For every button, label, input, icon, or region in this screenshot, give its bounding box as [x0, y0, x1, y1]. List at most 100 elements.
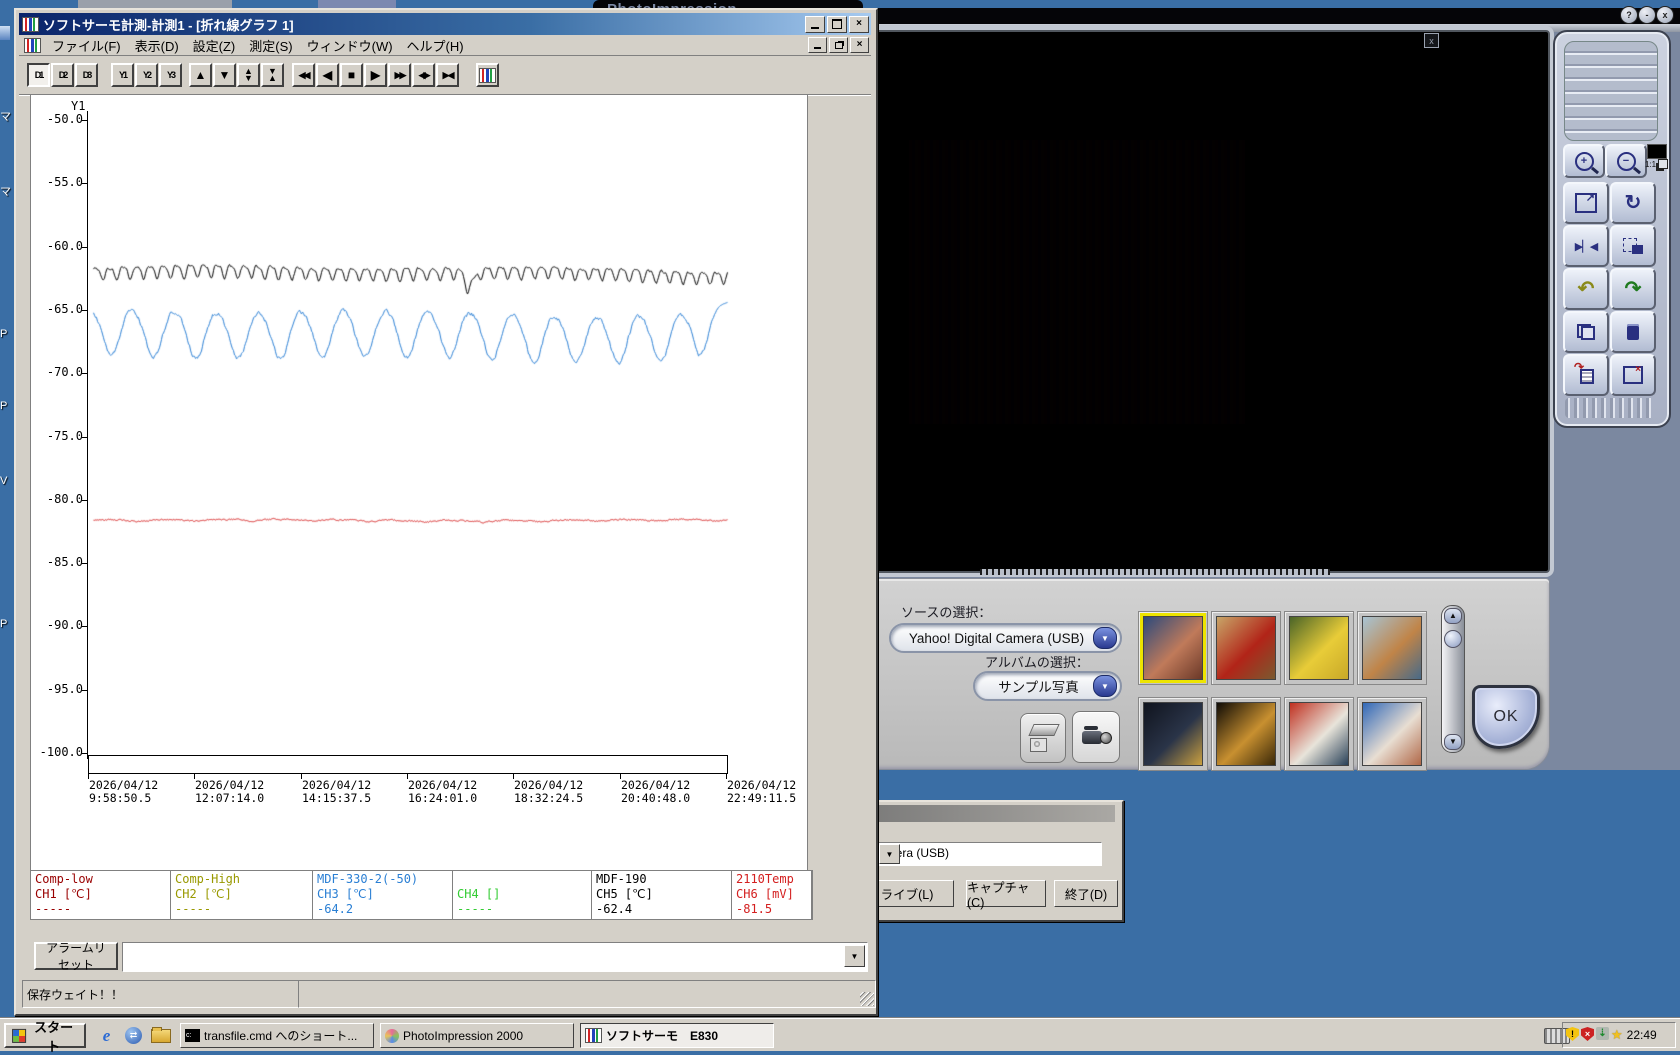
close-frame-button[interactable]: × — [1610, 354, 1656, 396]
minimize-round-button[interactable]: - — [1638, 6, 1656, 24]
acquire-scanner-button[interactable] — [1020, 713, 1066, 763]
menu-item-3[interactable]: 測定(S) — [242, 36, 299, 55]
fast-forward-button[interactable]: ▶▶ — [388, 63, 411, 87]
update-icon[interactable]: ⇣ — [1596, 1027, 1609, 1040]
expand-horizontal-button[interactable]: ◀▶ — [412, 63, 435, 87]
exit-button[interactable]: 終了(D) — [1054, 880, 1118, 907]
help-round-button[interactable]: ? — [1620, 6, 1638, 24]
toolbar-y1-button[interactable]: Y1 — [111, 63, 134, 87]
scroll-up-button[interactable]: ▲ — [189, 63, 212, 87]
scroll-down-icon[interactable]: ▼ — [1444, 734, 1462, 750]
star-icon[interactable]: ★ — [1611, 1027, 1623, 1043]
toolbar-d1-button[interactable]: D1 — [27, 63, 50, 87]
start-button[interactable]: スタート — [4, 1023, 86, 1048]
capture-button[interactable]: キャプチャ(C) — [966, 880, 1046, 907]
menu-item-0[interactable]: ファイル(F) — [45, 36, 128, 55]
palette-grip-bottom[interactable] — [1565, 398, 1655, 418]
toolbar-y2-button-icon: Y2 — [143, 71, 150, 80]
thumbnail-harbor-town[interactable] — [1362, 616, 1422, 680]
step-forward-button-icon: ▶ — [371, 69, 380, 81]
quicklaunch-mail[interactable]: ⇄ — [123, 1025, 144, 1046]
toolbar-y1-button-icon: Y1 — [119, 71, 126, 80]
undo-button[interactable]: ↶ — [1563, 268, 1609, 310]
time-range-box[interactable] — [88, 755, 728, 774]
thumbnail-red-bird[interactable] — [1216, 616, 1276, 680]
acquire-video-camera-button[interactable] — [1072, 711, 1120, 763]
ok-button[interactable]: OK — [1472, 685, 1540, 749]
flip-button[interactable]: ▶▏◀ — [1563, 225, 1609, 267]
rotate-button[interactable]: ↻ — [1610, 182, 1656, 224]
chevron-down-icon[interactable]: ▼ — [844, 945, 865, 967]
close-button[interactable]: × — [849, 16, 869, 33]
child-restore-button[interactable] — [829, 37, 848, 53]
menu-item-5[interactable]: ヘルプ(H) — [400, 36, 471, 55]
close-icon: × — [857, 40, 863, 50]
delete-button[interactable]: ↷ — [1563, 354, 1609, 396]
thumbnail-night-skyline[interactable] — [1143, 702, 1203, 766]
paste-button[interactable] — [1610, 311, 1656, 353]
resize-grip[interactable] — [860, 992, 874, 1006]
step-back-button[interactable]: ◀ — [316, 63, 339, 87]
zoom-in-button[interactable]: + — [1563, 144, 1605, 178]
toolbar-y2-button[interactable]: Y2 — [135, 63, 158, 87]
taskbar-task-3[interactable]: ソフトサーモ E830 — [580, 1023, 774, 1048]
message-combobox[interactable]: ▼ — [122, 942, 868, 972]
mail-icon: ⇄ — [125, 1027, 142, 1044]
chevron-down-icon[interactable]: ▼ — [1093, 627, 1117, 649]
copy-button[interactable] — [1563, 311, 1609, 353]
y-tick-mark — [82, 183, 87, 184]
actual-size-label[interactable]: 1:1 — [1645, 160, 1656, 169]
step-forward-button[interactable]: ▶ — [364, 63, 387, 87]
chevron-down-icon[interactable]: ▼ — [879, 844, 900, 864]
scroll-up-icon[interactable]: ▲ — [1444, 608, 1462, 624]
clock[interactable]: 22:49 — [1627, 1028, 1657, 1042]
taskbar-task-2[interactable]: PhotoImpression 2000 — [380, 1023, 574, 1048]
menu-item-2[interactable]: 設定(Z) — [186, 36, 243, 55]
y-axis-title: Y1 — [71, 99, 85, 113]
palette-grip[interactable] — [1564, 41, 1658, 141]
taskbar-task-1[interactable]: c:transfile.cmd へのショート... — [180, 1023, 374, 1048]
alarm-reset-button[interactable]: アラームリセット — [34, 942, 118, 970]
thumbnail-rock-spires[interactable] — [1143, 616, 1203, 680]
titlebar[interactable]: ソフトサーモ計測-計測1 - [折れ線グラフ 1] × — [19, 13, 871, 35]
maximize-button[interactable] — [827, 16, 847, 33]
preview-close-icon[interactable]: x — [1424, 33, 1439, 48]
album-select-value: サンプル写真 — [998, 676, 1079, 696]
album-select-dropdown[interactable]: サンプル写真 ▼ — [973, 671, 1122, 701]
close-frame-icon: × — [1623, 366, 1643, 384]
compress-horizontal-button[interactable]: ▶◀ — [436, 63, 459, 87]
menu-item-1[interactable]: 表示(D) — [128, 36, 186, 55]
quicklaunch-folder[interactable] — [150, 1025, 171, 1046]
scroll-down-button[interactable]: ▼ — [213, 63, 236, 87]
source-select-dropdown[interactable]: Yahoo! Digital Camera (USB) ▼ — [889, 623, 1122, 653]
minimize-button[interactable] — [805, 16, 825, 33]
thumbnail-yellow-flowers[interactable] — [1289, 616, 1349, 680]
child-close-button[interactable]: × — [850, 37, 869, 53]
toolbar-y3-button[interactable]: Y3 — [159, 63, 182, 87]
channel-id: CH3 [℃] — [317, 887, 448, 902]
close-round-button[interactable]: x — [1656, 6, 1674, 24]
menu-item-4[interactable]: ウィンドウ(W) — [300, 36, 400, 55]
thumbnail-lighthouse[interactable] — [1289, 702, 1349, 766]
resize-button[interactable]: ↗ — [1563, 182, 1609, 224]
graph-settings-button[interactable] — [476, 63, 499, 87]
crop-button[interactable] — [1610, 225, 1656, 267]
stop-button[interactable]: ■ — [340, 63, 363, 87]
toolbar-d2-button[interactable]: D2 — [51, 63, 74, 87]
scrollbar-thumb[interactable] — [1444, 630, 1462, 648]
child-minimize-button[interactable] — [808, 37, 827, 53]
expand-vertical-button[interactable]: ▲▼ — [237, 63, 260, 87]
compress-vertical-button[interactable]: ▼▲ — [261, 63, 284, 87]
toolbar-d3-button[interactable]: D3 — [75, 63, 98, 87]
zoom-out-button[interactable]: − — [1605, 144, 1647, 178]
redo-button[interactable]: ↷ — [1610, 268, 1656, 310]
thumbnail-gold-fiber[interactable] — [1216, 702, 1276, 766]
thumbnail-scrollbar[interactable]: ▲ ▼ — [1441, 605, 1465, 753]
fit-window-icon[interactable] — [1658, 159, 1668, 169]
security-warning-icon[interactable]: ! — [1566, 1027, 1579, 1041]
quicklaunch-ie[interactable]: e — [96, 1025, 117, 1046]
rewind-button[interactable]: ◀◀ — [292, 63, 315, 87]
chevron-down-icon[interactable]: ▼ — [1093, 675, 1117, 697]
security-error-icon[interactable]: × — [1581, 1027, 1594, 1041]
thumbnail-sunset-clouds[interactable] — [1362, 702, 1422, 766]
